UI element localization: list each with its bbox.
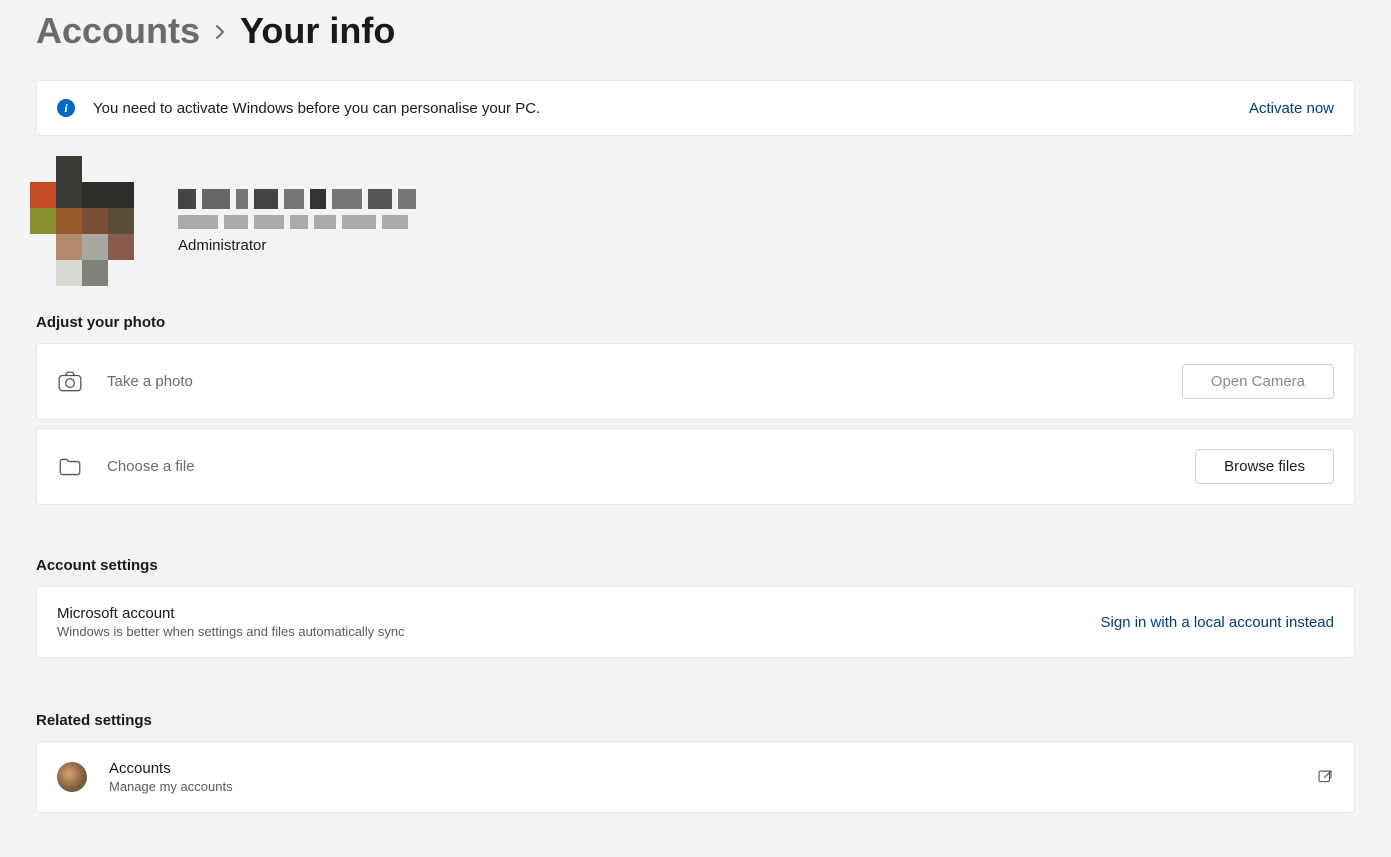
adjust-photo-heading: Adjust your photo bbox=[36, 314, 1355, 331]
profile-meta: Administrator bbox=[172, 189, 416, 254]
activation-banner: i You need to activate Windows before yo… bbox=[36, 80, 1355, 136]
take-photo-label: Take a photo bbox=[107, 373, 1182, 390]
related-accounts-title: Accounts bbox=[109, 760, 1316, 777]
browse-files-button[interactable]: Browse files bbox=[1195, 449, 1334, 484]
page-title: Your info bbox=[240, 10, 395, 52]
activation-message: You need to activate Windows before you … bbox=[93, 100, 1249, 117]
local-account-link[interactable]: Sign in with a local account instead bbox=[1101, 614, 1334, 631]
profile-summary: Administrator bbox=[36, 156, 1355, 286]
external-link-icon bbox=[1316, 768, 1334, 786]
related-accounts-row[interactable]: Accounts Manage my accounts bbox=[36, 741, 1355, 813]
breadcrumb-parent[interactable]: Accounts bbox=[36, 10, 200, 52]
profile-name-redacted bbox=[178, 189, 416, 209]
ms-account-subtitle: Windows is better when settings and file… bbox=[57, 624, 1101, 639]
folder-icon bbox=[57, 454, 83, 480]
account-settings-heading: Account settings bbox=[36, 557, 1355, 574]
camera-icon bbox=[57, 369, 83, 395]
related-settings-heading: Related settings bbox=[36, 712, 1355, 729]
open-camera-button[interactable]: Open Camera bbox=[1182, 364, 1334, 399]
related-accounts-subtitle: Manage my accounts bbox=[109, 779, 1316, 794]
activate-now-link[interactable]: Activate now bbox=[1249, 100, 1334, 117]
profile-email-redacted bbox=[178, 215, 416, 229]
profile-role: Administrator bbox=[178, 237, 416, 254]
avatar bbox=[30, 156, 160, 286]
microsoft-account-row: Microsoft account Windows is better when… bbox=[36, 586, 1355, 658]
info-icon: i bbox=[57, 99, 75, 117]
choose-file-row: Choose a file Browse files bbox=[36, 428, 1355, 505]
ms-account-title: Microsoft account bbox=[57, 605, 1101, 622]
breadcrumb: Accounts Your info bbox=[36, 10, 1355, 52]
accounts-app-icon bbox=[57, 762, 87, 792]
chevron-right-icon bbox=[214, 20, 226, 46]
take-photo-row: Take a photo Open Camera bbox=[36, 343, 1355, 420]
choose-file-label: Choose a file bbox=[107, 458, 1195, 475]
